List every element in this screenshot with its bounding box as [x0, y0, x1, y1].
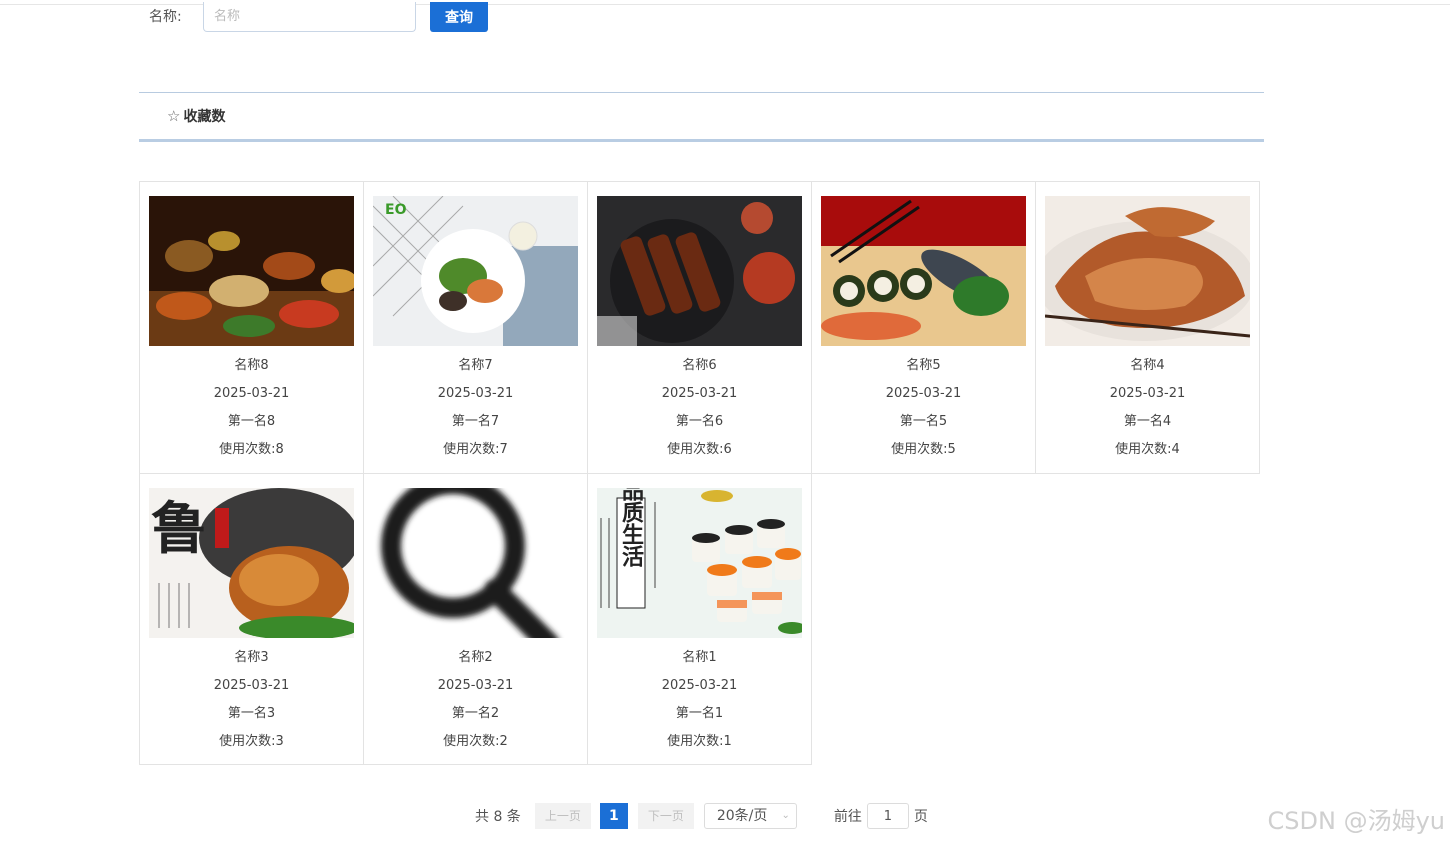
goto-page-input[interactable] [866, 803, 909, 829]
card-usage: 使用次数:8 [219, 442, 284, 457]
card-image: EO [373, 196, 578, 346]
card-rank: 第一名1 [675, 706, 724, 721]
page-size-value: 20条/页 [716, 808, 768, 824]
eo-logo: EO [385, 202, 407, 218]
card-image [149, 196, 354, 346]
card-image: 鲁 [149, 488, 354, 638]
card-date: 2025-03-21 [661, 386, 738, 401]
watermark: CSDN @汤姆yu [1267, 807, 1445, 835]
chevron-down-icon: ⌄ [781, 810, 790, 821]
card-usage: 使用次数:5 [891, 442, 956, 457]
card-rank: 第一名8 [227, 414, 276, 429]
card[interactable]: 名称6 2025-03-21 第一名6 使用次数:6 [587, 181, 812, 474]
lu-char: 鲁 [151, 496, 207, 562]
page-size-select[interactable]: 20条/页 ⌄ [703, 803, 797, 829]
card-usage: 使用次数:4 [1115, 442, 1180, 457]
tab-favorites[interactable]: ☆ 收藏数 [167, 106, 225, 126]
card-image: 品质生活 [597, 488, 802, 638]
card-image [1045, 196, 1250, 346]
card[interactable]: 鲁 名称3 2025-03-21 第一名3 使用次数:3 [139, 473, 364, 765]
card-image [821, 196, 1026, 346]
search-bar: 名称: 查询 [149, 0, 488, 34]
card-name: 名称4 [1130, 358, 1165, 373]
card-date: 2025-03-21 [213, 386, 290, 401]
card-date: 2025-03-21 [885, 386, 962, 401]
card[interactable]: 名称5 2025-03-21 第一名5 使用次数:5 [811, 181, 1036, 474]
card-date: 2025-03-21 [661, 678, 738, 693]
card-image [597, 196, 802, 346]
card-date: 2025-03-21 [437, 386, 514, 401]
card-row: 鲁 名称3 2025-03-21 第一名3 使用次数:3 名称2 2025-03… [139, 473, 1265, 765]
card[interactable]: 名称2 2025-03-21 第一名2 使用次数:2 [363, 473, 588, 765]
card-usage: 使用次数:1 [667, 734, 732, 749]
card-rank: 第一名6 [675, 414, 724, 429]
card-usage: 使用次数:2 [443, 734, 508, 749]
card[interactable]: 名称4 2025-03-21 第一名4 使用次数:4 [1035, 181, 1260, 474]
card-usage: 使用次数:7 [443, 442, 508, 457]
prev-page-button[interactable]: 上一页 [534, 803, 591, 829]
goto-label: 前往 [833, 809, 862, 825]
card-name: 名称1 [682, 650, 717, 665]
card-rank: 第一名5 [899, 414, 948, 429]
card-name: 名称7 [458, 358, 493, 373]
search-input[interactable] [203, 2, 416, 32]
pagination-total: 共 8 条 [475, 809, 521, 825]
card-name: 名称5 [906, 358, 941, 373]
goto-suffix: 页 [913, 809, 928, 825]
card-date: 2025-03-21 [213, 678, 290, 693]
card-rank: 第一名3 [227, 706, 276, 721]
card-date: 2025-03-21 [1109, 386, 1186, 401]
card[interactable]: EO 名称7 2025-03-21 第一名7 使用次数:7 [363, 181, 588, 474]
search-label: 名称: [149, 9, 182, 25]
card-usage: 使用次数:6 [667, 442, 732, 457]
card-name: 名称8 [234, 358, 269, 373]
tab-bar: ☆ 收藏数 [139, 92, 1264, 142]
card[interactable]: 名称8 2025-03-21 第一名8 使用次数:8 [139, 181, 364, 474]
page-number-current[interactable]: 1 [599, 803, 628, 829]
next-page-button[interactable]: 下一页 [637, 803, 694, 829]
card-usage: 使用次数:3 [219, 734, 284, 749]
card-name: 名称2 [458, 650, 493, 665]
card-name: 名称6 [682, 358, 717, 373]
card-rank: 第一名4 [1123, 414, 1172, 429]
pagination: 共 8 条 上一页 1 下一页 20条/页 ⌄ 前往 页 [475, 803, 928, 829]
card[interactable]: 品质生活 名称1 2025-03-21 第一名1 使用次数:1 [587, 473, 812, 765]
poster-text: 品质生活 [618, 488, 644, 567]
card-grid: 名称8 2025-03-21 第一名8 使用次数:8 EO 名称7 2025-0… [139, 181, 1265, 765]
card-row: 名称8 2025-03-21 第一名8 使用次数:8 EO 名称7 2025-0… [139, 181, 1265, 474]
card-image [373, 488, 578, 638]
star-icon: ☆ [167, 107, 181, 125]
search-button[interactable]: 查询 [430, 2, 488, 32]
tab-label: 收藏数 [183, 109, 226, 125]
card-date: 2025-03-21 [437, 678, 514, 693]
card-rank: 第一名2 [451, 706, 500, 721]
card-name: 名称3 [234, 650, 269, 665]
card-rank: 第一名7 [451, 414, 500, 429]
